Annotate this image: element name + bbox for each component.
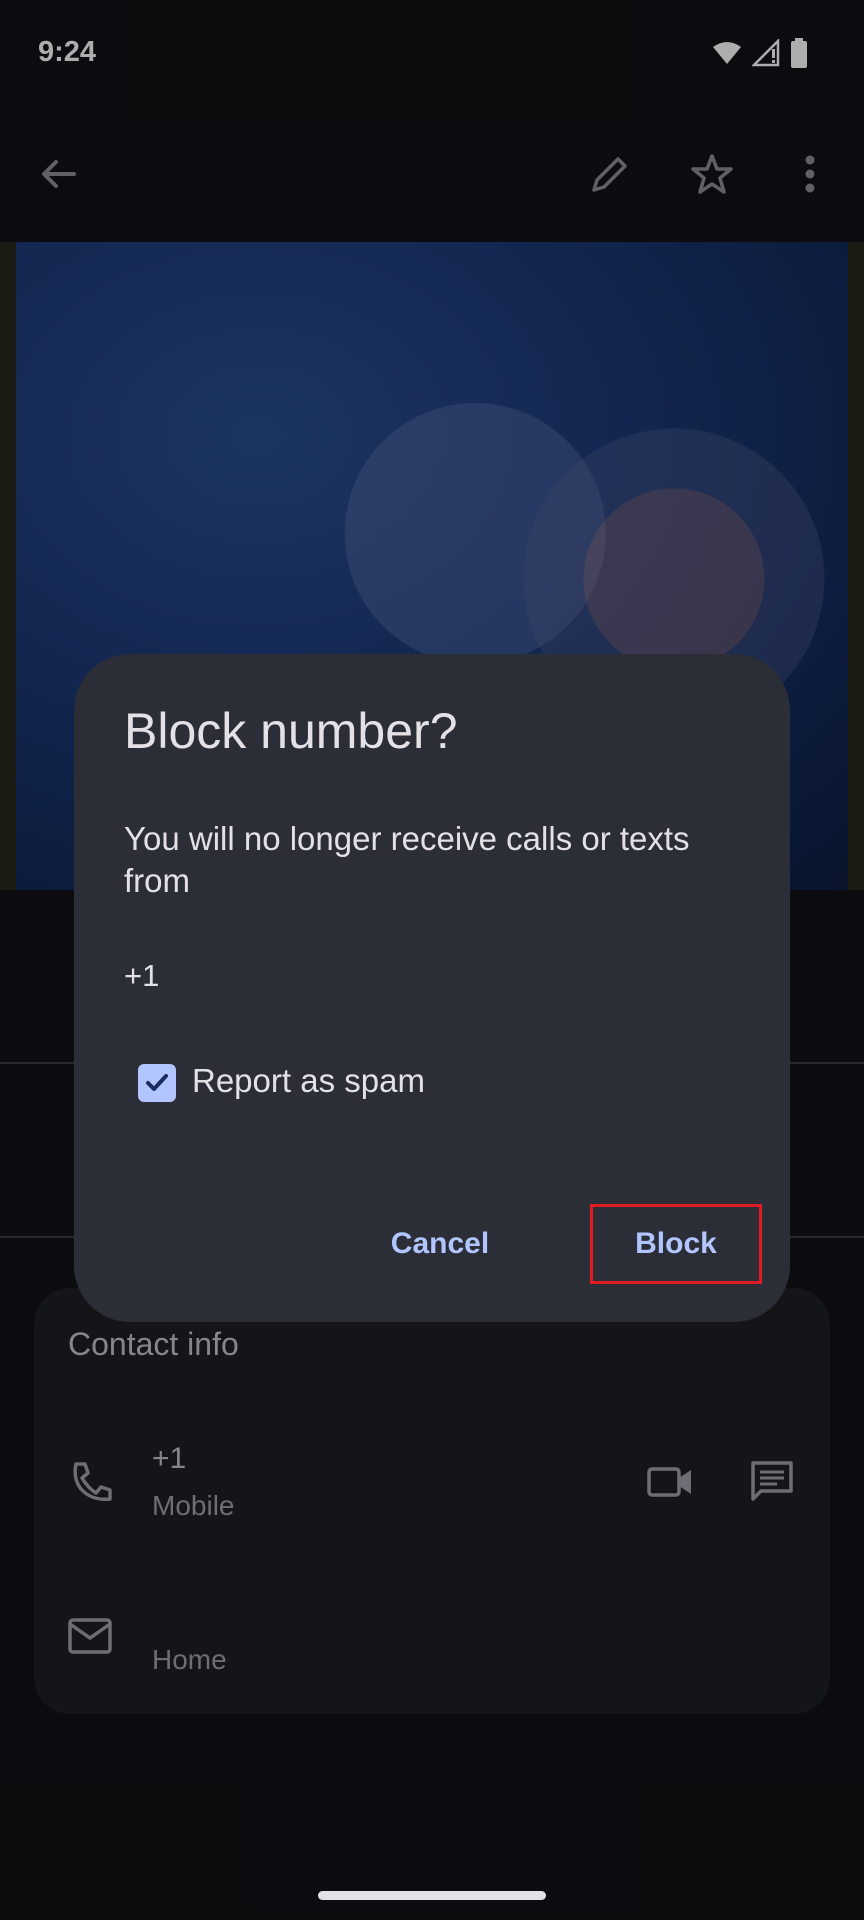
report-spam-checkbox[interactable] — [138, 1064, 176, 1102]
home-indicator[interactable] — [318, 1891, 546, 1900]
blocked-number: +1 — [124, 958, 160, 993]
checkmark-icon — [146, 1074, 168, 1091]
cancel-button[interactable]: Cancel — [380, 1204, 500, 1284]
dialog-message: You will no longer receive calls or text… — [124, 820, 690, 899]
report-spam-label[interactable]: Report as spam — [192, 1062, 425, 1100]
block-number-dialog: Block number? You will no longer receive… — [74, 654, 790, 1322]
dialog-title: Block number? — [124, 703, 458, 759]
block-button[interactable]: Block — [590, 1204, 762, 1284]
